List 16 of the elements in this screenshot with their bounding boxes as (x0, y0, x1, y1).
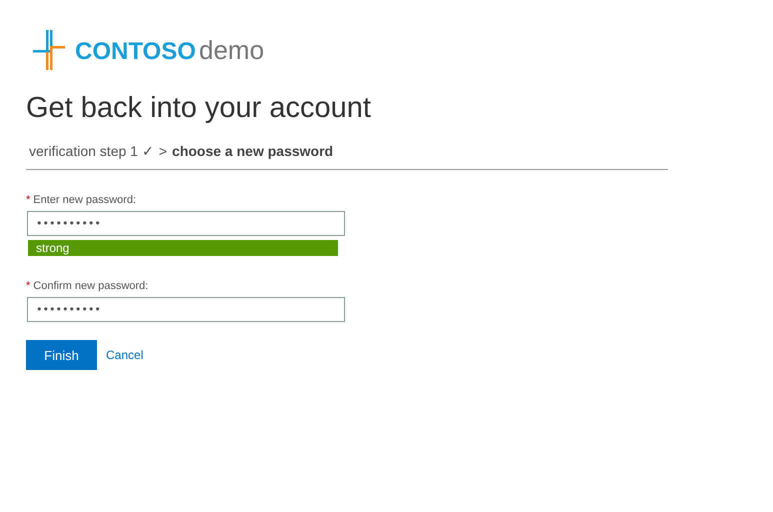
field-label: Enter new password: (33, 194, 136, 206)
breadcrumb-step: verification step 1 ✓ (29, 143, 154, 159)
field-label: Confirm new password: (33, 280, 148, 292)
breadcrumb-current: choose a new password (172, 143, 334, 159)
logo-brand: CONTOSO (75, 38, 196, 64)
finish-button[interactable]: Finish (26, 340, 97, 370)
password-field[interactable]: •••••••••• (27, 211, 345, 236)
logo-suffix: demo (199, 34, 264, 64)
required-mark: * (26, 194, 30, 206)
cancel-link[interactable]: Cancel (106, 348, 144, 362)
logo-icon (33, 30, 67, 70)
breadcrumb-separator: > (158, 143, 168, 159)
password-field[interactable]: •••••••••• (27, 297, 345, 322)
required-mark: * (26, 280, 30, 292)
page-title: Get back into your account (26, 92, 372, 125)
strength-label: strong (36, 241, 70, 255)
